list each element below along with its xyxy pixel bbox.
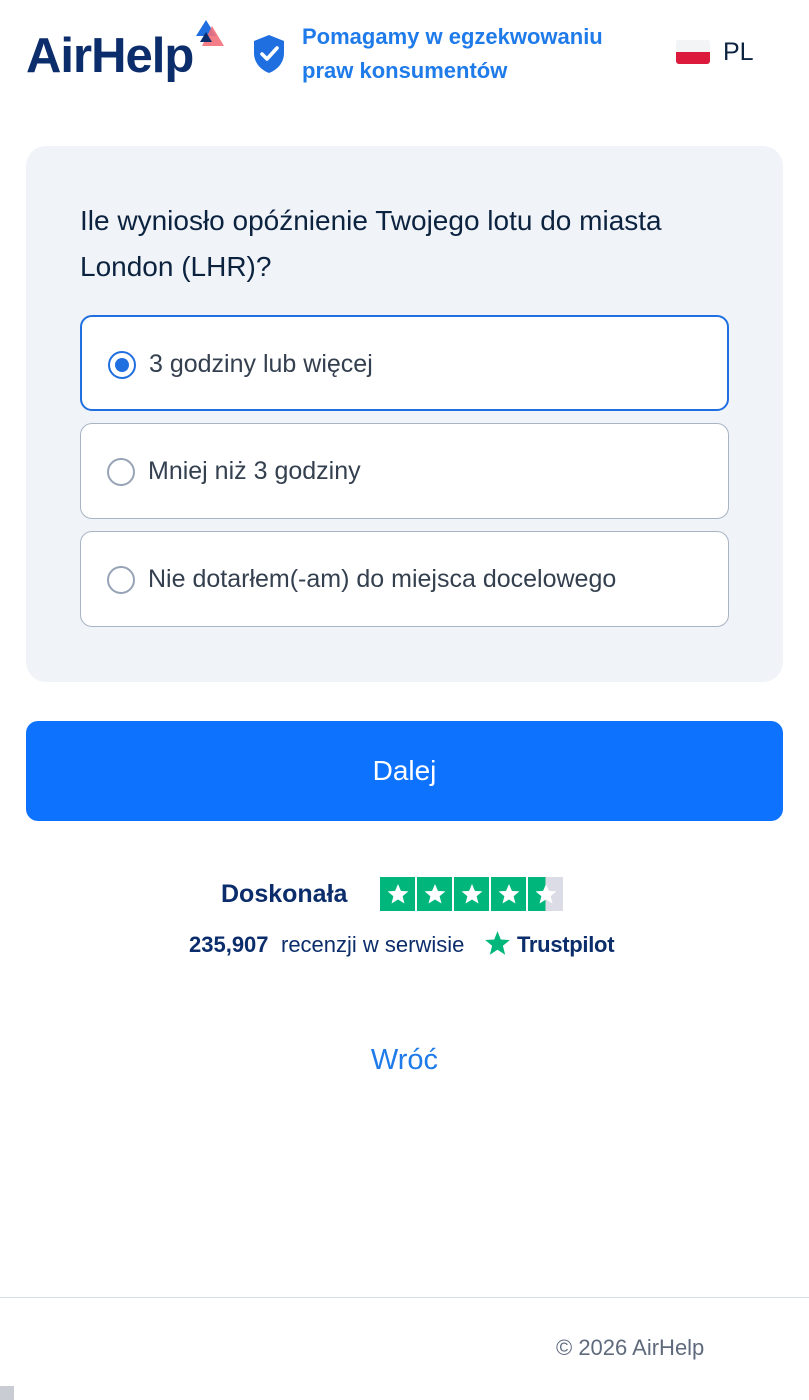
trust-line-1: Pomagamy w egzekwowaniu	[302, 24, 603, 49]
page: AirHelp Pomagamy w egzekwowaniu praw kon…	[0, 0, 809, 1400]
trustpilot-reviews[interactable]: 235,907 recenzji w serwisie Trustpilot	[0, 926, 809, 962]
header: AirHelp Pomagamy w egzekwowaniu praw kon…	[0, 0, 809, 110]
option-3-hours-or-more[interactable]: 3 godziny lub więcej	[80, 315, 729, 411]
star-icon	[454, 877, 489, 911]
airhelp-logo[interactable]: AirHelp	[26, 18, 226, 88]
option-label: 3 godziny lub więcej	[149, 350, 373, 378]
trust-line-2: praw konsumentów	[302, 58, 508, 83]
consumer-rights-badge: Pomagamy w egzekwowaniu praw konsumentów	[252, 20, 632, 90]
trustpilot-star-icon	[485, 931, 510, 955]
star-icon	[417, 877, 452, 911]
corner-block	[0, 1386, 14, 1400]
rating-label: Doskonała	[221, 880, 348, 908]
trustpilot-wordmark: Trustpilot	[517, 932, 615, 957]
copyright-text: © 2026 AirHelp	[556, 1335, 705, 1360]
next-button[interactable]: Dalej	[26, 721, 783, 821]
reviews-count: 235,907	[189, 932, 269, 957]
trustpilot-logo: Trustpilot	[484, 928, 624, 960]
option-label: Mniej niż 3 godziny	[148, 457, 361, 485]
option-label: Nie dotarłem(-am) do miejsca docelowego	[148, 565, 617, 593]
poland-flag-icon	[676, 40, 710, 64]
logo-mark-icon	[196, 20, 224, 46]
question-card: Ile wyniosło opóźnienie Twojego lotu do …	[26, 146, 783, 682]
star-icon	[491, 877, 526, 911]
logo-text: AirHelp	[26, 29, 194, 83]
trustpilot-rating[interactable]: Doskonała	[0, 872, 809, 916]
option-did-not-arrive[interactable]: Nie dotarłem(-am) do miejsca docelowego	[80, 531, 729, 627]
rating-stars	[380, 877, 563, 911]
shield-check-icon	[254, 35, 284, 73]
radio-empty-icon[interactable]	[107, 566, 135, 594]
radio-empty-icon[interactable]	[107, 458, 135, 486]
back-link[interactable]: Wróć	[0, 1044, 809, 1077]
consumer-rights-text: Pomagamy w egzekwowaniu praw konsumentów	[302, 20, 603, 88]
radio-selected-icon[interactable]	[108, 351, 136, 379]
language-selector[interactable]: PL	[676, 36, 786, 68]
option-less-than-3-hours[interactable]: Mniej niż 3 godziny	[80, 423, 729, 519]
language-code: PL	[723, 38, 754, 66]
question-title: Ile wyniosło opóźnienie Twojego lotu do …	[80, 205, 662, 282]
half-star-icon	[528, 877, 563, 911]
star-icon	[380, 877, 415, 911]
reviews-text: recenzji w serwisie	[281, 932, 465, 957]
footer-divider	[0, 1297, 809, 1298]
